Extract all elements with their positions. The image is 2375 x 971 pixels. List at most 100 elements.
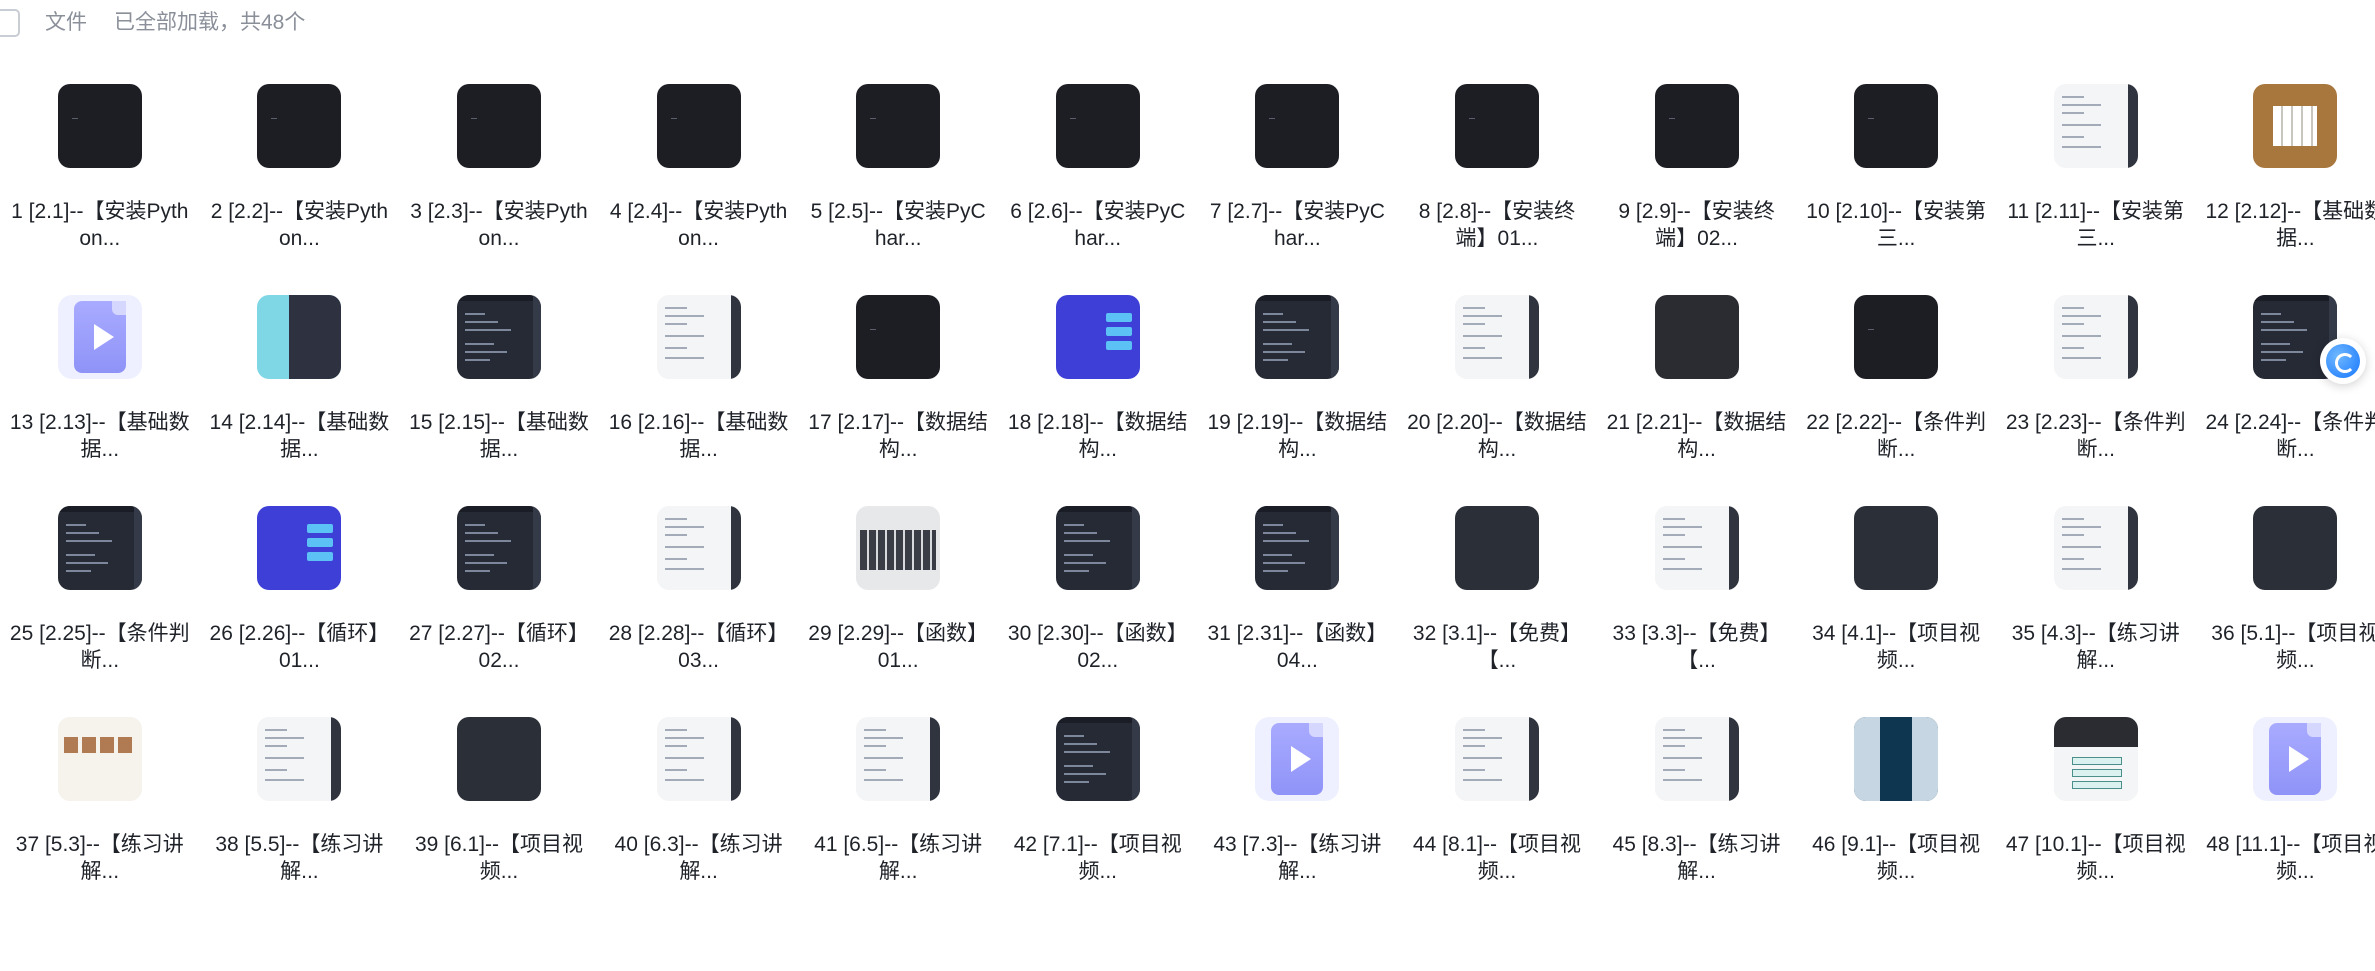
file-name: 15 [2.15]--【基础数据... bbox=[409, 411, 589, 461]
file-tile[interactable]: 48 [11.1]--【项目视频... bbox=[2196, 705, 2375, 916]
assistant-button[interactable] bbox=[2320, 338, 2366, 384]
file-tile[interactable]: 28 [2.28]--【循环】03... bbox=[599, 494, 799, 705]
assistant-bubble-icon bbox=[2326, 344, 2360, 378]
file-tile[interactable]: 43 [7.3]--【练习讲解... bbox=[1198, 705, 1398, 916]
file-tile[interactable]: 39 [6.1]--【项目视频... bbox=[399, 705, 599, 916]
file-name: 38 [5.5]--【练习讲解... bbox=[215, 833, 384, 883]
file-tile[interactable]: 35 [4.3]--【练习讲解... bbox=[1996, 494, 2196, 705]
file-tile[interactable]: 31 [2.31]--【函数】04... bbox=[1198, 494, 1398, 705]
file-tile[interactable]: 8 [2.8]--【安装终端】01... bbox=[1397, 72, 1597, 283]
file-tile[interactable]: 20 [2.20]--【数据结构... bbox=[1397, 283, 1597, 494]
file-tile[interactable]: 16 [2.16]--【基础数据... bbox=[599, 283, 799, 494]
file-list-header: 文件 已全部加载，共48个 bbox=[0, 0, 2375, 40]
dark-video-thumbnail bbox=[856, 84, 941, 168]
file-tile[interactable]: 27 [2.27]--【循环】02... bbox=[399, 494, 599, 705]
file-name: 41 [6.5]--【练习讲解... bbox=[814, 833, 983, 883]
file-tile[interactable]: 10 [2.10]--【安装第三... bbox=[1796, 72, 1996, 283]
screen-thumbnail bbox=[1654, 506, 1739, 590]
photo-thumbnail bbox=[57, 717, 142, 801]
file-name: 19 [2.19]--【数据结构... bbox=[1207, 411, 1388, 461]
file-tile[interactable]: 29 [2.29]--【函数】01... bbox=[798, 494, 998, 705]
dark-video-thumbnail bbox=[1854, 295, 1939, 379]
file-tile[interactable]: 26 [2.26]--【循环】01... bbox=[200, 494, 400, 705]
file-tile[interactable]: 41 [6.5]--【练习讲解... bbox=[798, 705, 998, 916]
file-tile[interactable]: 13 [2.13]--【基础数据... bbox=[0, 283, 200, 494]
dark-video-thumbnail bbox=[856, 295, 941, 379]
file-tile[interactable]: 12 [2.12]--【基础数据... bbox=[2196, 72, 2375, 283]
file-name: 12 [2.12]--【基础数据... bbox=[2205, 200, 2375, 250]
select-all-checkbox[interactable] bbox=[0, 9, 20, 37]
file-tile[interactable]: 33 [3.3]--【免费】【... bbox=[1597, 494, 1797, 705]
file-name: 17 [2.17]--【数据结构... bbox=[808, 411, 989, 461]
slide-thumbnail bbox=[257, 506, 342, 590]
dark-video-thumbnail bbox=[1454, 506, 1539, 590]
screen-thumbnail bbox=[257, 717, 342, 801]
file-name: 4 [2.4]--【安装Python... bbox=[609, 200, 788, 250]
file-tile[interactable]: 3 [2.3]--【安装Python... bbox=[399, 72, 599, 283]
file-name: 28 [2.28]--【循环】03... bbox=[608, 622, 789, 672]
file-tile[interactable]: 1 [2.1]--【安装Python... bbox=[0, 72, 200, 283]
dark-video-thumbnail bbox=[1255, 84, 1340, 168]
file-name: 37 [5.3]--【练习讲解... bbox=[15, 833, 184, 883]
file-tile[interactable]: 7 [2.7]--【安装PyChar... bbox=[1198, 72, 1398, 283]
keyboard-thumbnail bbox=[856, 506, 941, 590]
file-name: 26 [2.26]--【循环】01... bbox=[209, 622, 390, 672]
file-name: 24 [2.24]--【条件判断... bbox=[2205, 411, 2375, 461]
file-tile[interactable]: 24 [2.24]--【条件判断... bbox=[2196, 283, 2375, 494]
file-name: 34 [4.1]--【项目视频... bbox=[1812, 622, 1981, 672]
file-tile[interactable]: 4 [2.4]--【安装Python... bbox=[599, 72, 799, 283]
screen-thumbnail bbox=[2053, 84, 2138, 168]
file-tile[interactable]: 45 [8.3]--【练习讲解... bbox=[1597, 705, 1797, 916]
file-tile[interactable]: 11 [2.11]--【安装第三... bbox=[1996, 72, 2196, 283]
screen-thumbnail bbox=[656, 506, 741, 590]
file-tile[interactable]: 42 [7.1]--【项目视频... bbox=[998, 705, 1198, 916]
calculator-thumbnail bbox=[2253, 84, 2338, 168]
file-tile[interactable]: 34 [4.1]--【项目视频... bbox=[1796, 494, 1996, 705]
file-tile[interactable]: 25 [2.25]--【条件判断... bbox=[0, 494, 200, 705]
ide-thumbnail bbox=[257, 295, 342, 379]
file-tile[interactable]: 23 [2.23]--【条件判断... bbox=[1996, 283, 2196, 494]
file-name: 43 [7.3]--【练习讲解... bbox=[1213, 833, 1382, 883]
file-tile[interactable]: 18 [2.18]--【数据结构... bbox=[998, 283, 1198, 494]
file-name: 47 [10.1]--【项目视频... bbox=[2005, 833, 2186, 883]
file-tile[interactable]: 47 [10.1]--【项目视频... bbox=[1996, 705, 2196, 916]
file-tile[interactable]: 37 [5.3]--【练习讲解... bbox=[0, 705, 200, 916]
file-name: 46 [9.1]--【项目视频... bbox=[1812, 833, 1981, 883]
file-tile[interactable]: 5 [2.5]--【安装PyChar... bbox=[798, 72, 998, 283]
dark-video-thumbnail bbox=[1055, 84, 1140, 168]
file-tile[interactable]: 19 [2.19]--【数据结构... bbox=[1198, 283, 1398, 494]
file-tile[interactable]: 32 [3.1]--【免费】【... bbox=[1397, 494, 1597, 705]
file-tile[interactable]: 30 [2.30]--【函数】02... bbox=[998, 494, 1198, 705]
file-tile[interactable]: 36 [5.1]--【项目视频... bbox=[2196, 494, 2375, 705]
file-tile[interactable]: 15 [2.15]--【基础数据... bbox=[399, 283, 599, 494]
file-tile[interactable]: 40 [6.3]--【练习讲解... bbox=[599, 705, 799, 916]
file-name: 31 [2.31]--【函数】04... bbox=[1207, 622, 1388, 672]
file-name: 18 [2.18]--【数据结构... bbox=[1007, 411, 1188, 461]
file-tile[interactable]: 21 [2.21]--【数据结构... bbox=[1597, 283, 1797, 494]
video-file-icon bbox=[1255, 717, 1340, 801]
dark-video-thumbnail bbox=[257, 84, 342, 168]
code-editor-thumbnail bbox=[1255, 295, 1340, 379]
screen-thumbnail bbox=[656, 717, 741, 801]
file-name: 6 [2.6]--【安装PyChar... bbox=[1010, 200, 1186, 250]
file-tile[interactable]: 6 [2.6]--【安装PyChar... bbox=[998, 72, 1198, 283]
file-tile[interactable]: 9 [2.9]--【安装终端】02... bbox=[1597, 72, 1797, 283]
dark-video-thumbnail bbox=[456, 84, 541, 168]
file-name: 5 [2.5]--【安装PyChar... bbox=[810, 200, 986, 250]
file-tile[interactable]: 17 [2.17]--【数据结构... bbox=[798, 283, 998, 494]
dark-video-thumbnail bbox=[1854, 506, 1939, 590]
file-name: 9 [2.9]--【安装终端】02... bbox=[1618, 200, 1775, 250]
file-tile[interactable]: 38 [5.5]--【练习讲解... bbox=[200, 705, 400, 916]
file-tile[interactable]: 44 [8.1]--【项目视频... bbox=[1397, 705, 1597, 916]
file-name: 23 [2.23]--【条件判断... bbox=[2005, 411, 2186, 461]
file-name: 42 [7.1]--【项目视频... bbox=[1013, 833, 1182, 883]
desktop-thumbnail bbox=[1854, 717, 1939, 801]
file-name: 7 [2.7]--【安装PyChar... bbox=[1209, 200, 1385, 250]
file-name: 48 [11.1]--【项目视频... bbox=[2206, 833, 2375, 883]
file-tile[interactable]: 22 [2.22]--【条件判断... bbox=[1796, 283, 1996, 494]
file-tile[interactable]: 46 [9.1]--【项目视频... bbox=[1796, 705, 1996, 916]
file-name: 20 [2.20]--【数据结构... bbox=[1407, 411, 1587, 461]
file-tile[interactable]: 14 [2.14]--【基础数据... bbox=[200, 283, 400, 494]
file-tile[interactable]: 2 [2.2]--【安装Python... bbox=[200, 72, 400, 283]
dark-video-thumbnail bbox=[456, 717, 541, 801]
